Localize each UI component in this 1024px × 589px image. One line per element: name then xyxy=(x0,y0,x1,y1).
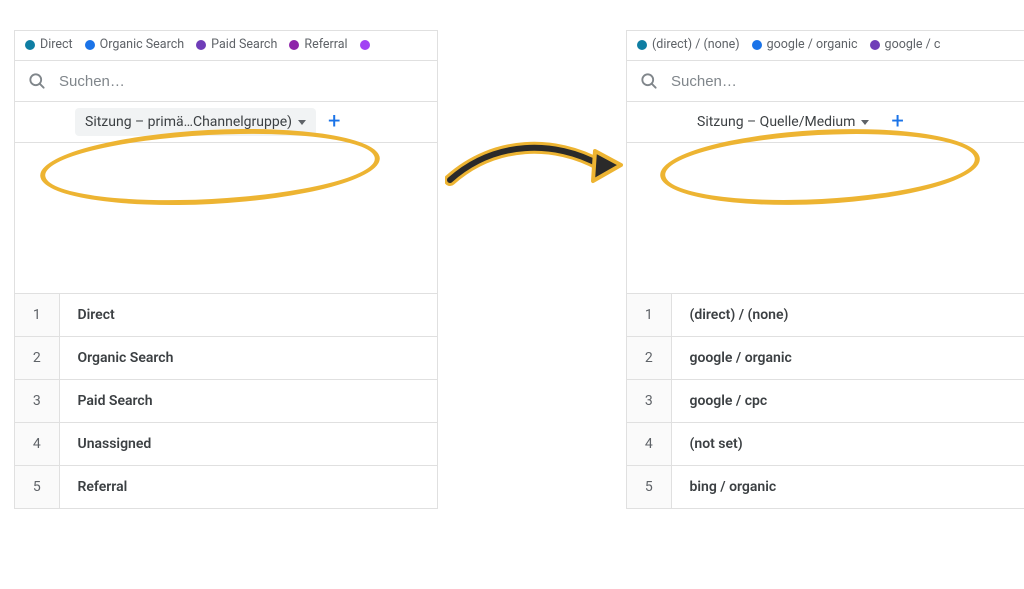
chart-area xyxy=(15,143,437,293)
results-table-right: 1 (direct) / (none) 2 google / organic 3… xyxy=(627,293,1024,508)
row-value: Direct xyxy=(59,294,437,337)
row-value: Unassigned xyxy=(59,423,437,466)
legend-dot-icon xyxy=(289,40,299,50)
add-dimension-button[interactable]: + xyxy=(887,111,907,133)
legend-label: google / c xyxy=(885,37,941,52)
table-row[interactable]: 5 bing / organic xyxy=(627,466,1024,509)
row-value: Organic Search xyxy=(59,337,437,380)
legend-label: (direct) / (none) xyxy=(652,37,740,52)
row-index: 5 xyxy=(15,466,59,509)
annotation-arrow-icon xyxy=(445,135,625,205)
legend-dot-icon xyxy=(25,40,35,50)
legend-right: (direct) / (none) google / organic googl… xyxy=(627,31,1024,60)
row-index: 4 xyxy=(627,423,671,466)
dimension-row: Sitzung – Quelle/Medium + xyxy=(627,102,1024,143)
search-input[interactable] xyxy=(57,72,425,91)
legend-dot-icon xyxy=(360,40,370,50)
legend-dot-icon xyxy=(637,40,647,50)
table-row[interactable]: 1 (direct) / (none) xyxy=(627,294,1024,337)
table-row[interactable]: 2 google / organic xyxy=(627,337,1024,380)
search-icon xyxy=(27,71,47,91)
results-table-left: 1 Direct 2 Organic Search 3 Paid Search … xyxy=(15,293,437,508)
row-value: google / organic xyxy=(671,337,1024,380)
legend-item: (direct) / (none) xyxy=(637,37,740,52)
table-row[interactable]: 4 (not set) xyxy=(627,423,1024,466)
chart-area xyxy=(627,143,1024,293)
row-index: 1 xyxy=(627,294,671,337)
dimension-dropdown[interactable]: Sitzung – Quelle/Medium xyxy=(687,108,879,136)
row-value: google / cpc xyxy=(671,380,1024,423)
search-row xyxy=(15,60,437,102)
row-value: (direct) / (none) xyxy=(671,294,1024,337)
row-index: 2 xyxy=(627,337,671,380)
row-index: 4 xyxy=(15,423,59,466)
legend-left: Direct Organic Search Paid Search Referr… xyxy=(15,31,437,60)
legend-dot-icon xyxy=(196,40,206,50)
legend-item: Organic Search xyxy=(85,37,185,52)
panel-source-medium: (direct) / (none) google / organic googl… xyxy=(626,30,1024,509)
add-dimension-button[interactable]: + xyxy=(324,111,344,133)
table-row[interactable]: 3 Paid Search xyxy=(15,380,437,423)
search-icon xyxy=(639,71,659,91)
legend-label: Direct xyxy=(40,37,73,52)
table-row[interactable]: 5 Referral xyxy=(15,466,437,509)
caret-down-icon xyxy=(298,120,306,125)
legend-dot-icon xyxy=(85,40,95,50)
table-row[interactable]: 3 google / cpc xyxy=(627,380,1024,423)
caret-down-icon xyxy=(861,120,869,125)
legend-label: Referral xyxy=(304,37,347,52)
legend-dot-icon xyxy=(870,40,880,50)
row-index: 2 xyxy=(15,337,59,380)
row-value: (not set) xyxy=(671,423,1024,466)
row-index: 3 xyxy=(15,380,59,423)
search-input[interactable] xyxy=(669,72,1012,91)
table-row[interactable]: 4 Unassigned xyxy=(15,423,437,466)
row-index: 3 xyxy=(627,380,671,423)
legend-item: google / organic xyxy=(752,37,858,52)
panel-channel-group: Direct Organic Search Paid Search Referr… xyxy=(14,30,438,509)
dimension-label: Sitzung – primä…Channelgruppe) xyxy=(85,114,292,130)
table-row[interactable]: 1 Direct xyxy=(15,294,437,337)
legend-item: Paid Search xyxy=(196,37,277,52)
dimension-label: Sitzung – Quelle/Medium xyxy=(697,114,855,130)
legend-label: Paid Search xyxy=(211,37,277,52)
legend-label: google / organic xyxy=(767,37,858,52)
legend-item: google / c xyxy=(870,37,941,52)
row-value: Referral xyxy=(59,466,437,509)
legend-item: Referral xyxy=(289,37,347,52)
dimension-dropdown[interactable]: Sitzung – primä…Channelgruppe) xyxy=(75,108,316,136)
row-index: 5 xyxy=(627,466,671,509)
dimension-row: Sitzung – primä…Channelgruppe) + xyxy=(15,102,437,143)
row-index: 1 xyxy=(15,294,59,337)
table-row[interactable]: 2 Organic Search xyxy=(15,337,437,380)
legend-label: Organic Search xyxy=(100,37,185,52)
row-value: bing / organic xyxy=(671,466,1024,509)
legend-item: Direct xyxy=(25,37,73,52)
legend-dot-icon xyxy=(752,40,762,50)
row-value: Paid Search xyxy=(59,380,437,423)
search-row xyxy=(627,60,1024,102)
